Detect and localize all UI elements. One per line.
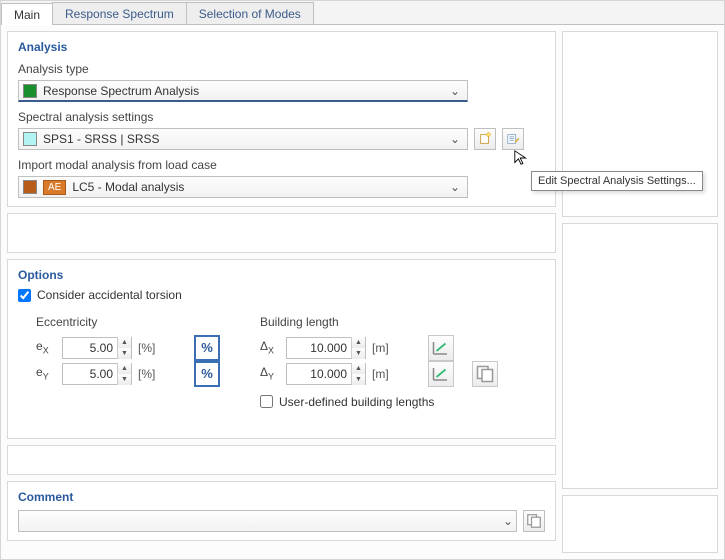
import-swatch bbox=[23, 180, 37, 194]
ex-percent-button[interactable]: % bbox=[194, 335, 220, 361]
tooltip: Edit Spectral Analysis Settings... bbox=[531, 171, 703, 191]
analysis-type-combo[interactable]: Response Spectrum Analysis ⌄ bbox=[18, 80, 468, 102]
spectral-swatch bbox=[23, 132, 37, 146]
ex-value: 5.00 bbox=[63, 341, 117, 355]
accidental-torsion-input[interactable] bbox=[18, 289, 31, 302]
accidental-torsion-checkbox[interactable]: Consider accidental torsion bbox=[18, 288, 182, 302]
analysis-panel: Analysis Analysis type Response Spectrum… bbox=[7, 31, 556, 207]
options-title: Options bbox=[18, 268, 545, 282]
spin-up-icon[interactable]: ▲ bbox=[118, 337, 131, 348]
ex-unit: [%] bbox=[138, 341, 162, 355]
user-defined-lengths-label: User-defined building lengths bbox=[279, 395, 434, 409]
chevron-down-icon: ⌄ bbox=[447, 180, 463, 194]
chevron-down-icon: ⌄ bbox=[447, 132, 463, 146]
spacer-panel-2 bbox=[7, 445, 556, 475]
spin-up-icon[interactable]: ▲ bbox=[352, 363, 365, 374]
import-value: LC5 - Modal analysis bbox=[72, 180, 447, 194]
ey-label: eY bbox=[36, 365, 56, 381]
dy-spinbox[interactable]: 10.000 ▲▼ bbox=[286, 363, 366, 385]
spin-down-icon[interactable]: ▼ bbox=[118, 348, 131, 359]
spin-down-icon[interactable]: ▼ bbox=[352, 374, 365, 385]
tab-bar: Main Response Spectrum Selection of Mode… bbox=[1, 1, 724, 25]
ey-unit: [%] bbox=[138, 367, 162, 381]
building-length-title: Building length bbox=[260, 315, 498, 329]
tab-selection-of-modes[interactable]: Selection of Modes bbox=[186, 2, 314, 24]
side-preview-3 bbox=[562, 495, 718, 553]
dx-axis-button[interactable] bbox=[428, 335, 454, 361]
dx-spinbox[interactable]: 10.000 ▲▼ bbox=[286, 337, 366, 359]
chevron-down-icon: ⌄ bbox=[500, 514, 516, 528]
dx-value: 10.000 bbox=[287, 341, 351, 355]
user-defined-lengths-checkbox[interactable]: User-defined building lengths bbox=[260, 395, 434, 409]
spacer-panel-1 bbox=[7, 213, 556, 253]
ex-label: eX bbox=[36, 339, 56, 355]
import-modal-label: Import modal analysis from load case bbox=[18, 158, 545, 172]
spectral-value: SPS1 - SRSS | SRSS bbox=[43, 132, 447, 146]
options-panel: Options Consider accidental torsion Ecce… bbox=[7, 259, 556, 439]
spectral-settings-combo[interactable]: SPS1 - SRSS | SRSS ⌄ bbox=[18, 128, 468, 150]
dy-unit: [m] bbox=[372, 367, 396, 381]
dx-label: ΔX bbox=[260, 339, 280, 355]
dy-label: ΔY bbox=[260, 365, 280, 381]
copy-button[interactable] bbox=[472, 361, 498, 387]
side-preview-2 bbox=[562, 223, 718, 489]
spin-up-icon[interactable]: ▲ bbox=[118, 363, 131, 374]
dx-unit: [m] bbox=[372, 341, 396, 355]
comment-pick-button[interactable] bbox=[523, 510, 545, 532]
comment-panel: Comment ⌄ bbox=[7, 481, 556, 541]
analysis-type-label: Analysis type bbox=[18, 62, 545, 76]
analysis-title: Analysis bbox=[18, 40, 545, 54]
ey-percent-button[interactable]: % bbox=[194, 361, 220, 387]
ex-spinbox[interactable]: 5.00 ▲▼ bbox=[62, 337, 132, 359]
dy-axis-button[interactable] bbox=[428, 361, 454, 387]
import-badge: AE bbox=[43, 180, 66, 195]
spin-up-icon[interactable]: ▲ bbox=[352, 337, 365, 348]
analysis-type-swatch bbox=[23, 84, 37, 98]
spectral-settings-label: Spectral analysis settings bbox=[18, 110, 545, 124]
edit-spectral-settings-button[interactable] bbox=[502, 128, 524, 150]
accidental-torsion-label: Consider accidental torsion bbox=[37, 288, 182, 302]
tab-main[interactable]: Main bbox=[1, 3, 53, 25]
spin-down-icon[interactable]: ▼ bbox=[352, 348, 365, 359]
tab-response-spectrum[interactable]: Response Spectrum bbox=[52, 2, 187, 24]
user-defined-lengths-input[interactable] bbox=[260, 395, 273, 408]
ey-spinbox[interactable]: 5.00 ▲▼ bbox=[62, 363, 132, 385]
eccentricity-title: Eccentricity bbox=[36, 315, 220, 329]
new-spectral-settings-button[interactable] bbox=[474, 128, 496, 150]
ey-value: 5.00 bbox=[63, 367, 117, 381]
import-modal-combo[interactable]: AE LC5 - Modal analysis ⌄ bbox=[18, 176, 468, 198]
spin-down-icon[interactable]: ▼ bbox=[118, 374, 131, 385]
dy-value: 10.000 bbox=[287, 367, 351, 381]
comment-title: Comment bbox=[18, 490, 545, 504]
chevron-down-icon: ⌄ bbox=[447, 84, 463, 98]
analysis-type-value: Response Spectrum Analysis bbox=[43, 84, 447, 98]
comment-combo[interactable]: ⌄ bbox=[18, 510, 517, 532]
